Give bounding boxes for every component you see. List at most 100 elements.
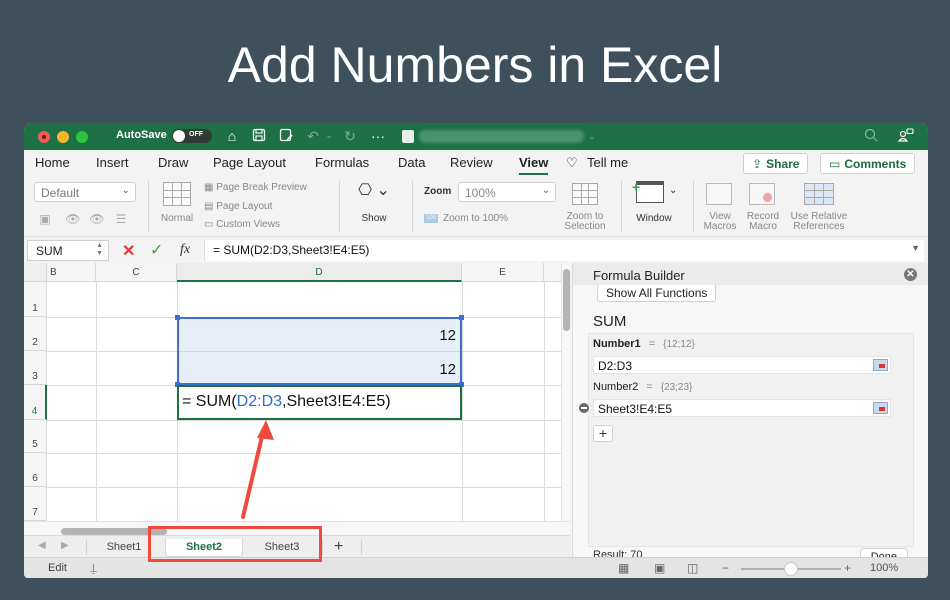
tab-insert[interactable]: Insert [96, 155, 129, 170]
column-header-b[interactable]: B [47, 263, 96, 282]
home-icon[interactable]: ⌂ [224, 128, 240, 144]
number2-input[interactable]: Sheet3!E4:E5 [593, 399, 891, 417]
normal-view-button[interactable]: ▦ [618, 561, 629, 575]
use-relative-references-icon[interactable] [804, 183, 834, 205]
view-macros-button[interactable]: View Macros [700, 212, 740, 232]
confirm-formula-icon[interactable]: ✓ [150, 240, 163, 260]
tab-page-layout[interactable]: Page Layout [213, 155, 286, 170]
row-header-7[interactable]: 7 [24, 487, 47, 521]
select-all-corner[interactable] [24, 263, 47, 282]
record-macro-button[interactable]: Record Macro [742, 212, 784, 232]
more-icon[interactable]: ··· [370, 128, 386, 144]
range-handle[interactable] [175, 315, 180, 320]
window-dropdown-icon[interactable]: ⌄ [669, 186, 677, 196]
tab-view[interactable]: View [519, 155, 549, 175]
done-button[interactable]: Done [859, 548, 908, 557]
redo-icon[interactable]: ↻ [342, 128, 358, 144]
page-break-view-button[interactable]: ◫ [687, 561, 698, 575]
view-options-icon[interactable]: ☰ [112, 212, 130, 228]
vertical-scrollbar[interactable] [561, 263, 570, 521]
next-sheet-arrow-icon[interactable]: ▶ [61, 540, 69, 551]
formula-input[interactable]: = SUM(D2:D3,Sheet3!E4:E5) ▼ [204, 240, 924, 261]
row-header-4[interactable]: 4 [24, 385, 47, 420]
cell-d3[interactable]: 12 [439, 361, 456, 378]
column-header-e[interactable]: E [462, 263, 544, 282]
collaborate-icon[interactable] [897, 128, 914, 144]
row-header-2[interactable]: 2 [24, 317, 47, 351]
normal-view-icon[interactable] [163, 182, 191, 206]
save-as-icon[interactable] [278, 128, 294, 144]
show-all-functions-button[interactable]: Show All Functions [597, 285, 717, 302]
document-menu-chevron-icon[interactable]: ⌄ [584, 128, 600, 144]
add-sheet-button[interactable]: + [334, 538, 343, 556]
worksheet-grid[interactable]: B C D E 1 2 3 4 5 6 7 12 12 = SUM(D2:D3,… [24, 263, 570, 521]
new-window-icon[interactable] [636, 181, 664, 203]
minimize-window-button[interactable] [57, 131, 69, 143]
insert-function-icon[interactable]: fx [180, 242, 190, 258]
keep-view-icon[interactable]: ▣ [36, 212, 54, 228]
zoom-to-100-button[interactable]: 100 Zoom to 100% [424, 214, 544, 224]
previous-sheet-arrow-icon[interactable]: ◀ [38, 540, 46, 551]
page-layout-view-button[interactable]: ▣ [654, 561, 665, 575]
save-icon[interactable] [251, 128, 267, 144]
zoom-slider-knob[interactable] [784, 562, 798, 576]
range-picker-icon[interactable] [873, 359, 888, 371]
autosave-toggle[interactable]: OFF [172, 129, 212, 143]
column-header-d[interactable]: D [177, 263, 462, 282]
custom-views-button[interactable]: ▭ Custom Views [204, 220, 344, 230]
show-icon[interactable]: ⎔ ⌄ [354, 182, 394, 200]
close-icon[interactable]: ✕ [904, 268, 917, 281]
referenced-range-d2-d3[interactable]: 12 12 [175, 315, 464, 387]
zoom-to-selection-button[interactable]: Zoom to Selection [555, 212, 615, 232]
window-label[interactable]: Window [629, 214, 679, 224]
tab-draw[interactable]: Draw [158, 155, 188, 170]
accessibility-icon[interactable]: ⍊ [90, 561, 97, 576]
tab-formulas[interactable]: Formulas [315, 155, 369, 170]
zoom-window-button[interactable] [76, 131, 88, 143]
document-name[interactable] [419, 130, 584, 143]
number1-input[interactable]: D2:D3 [593, 356, 891, 374]
remove-argument-button[interactable] [579, 403, 589, 413]
tab-data[interactable]: Data [398, 155, 425, 170]
formula-prefix: = SUM( [182, 393, 237, 410]
range-picker-icon[interactable] [873, 402, 888, 414]
range-handle[interactable] [459, 315, 464, 320]
exit-view-icon[interactable]: 👁 [64, 212, 82, 228]
use-relative-references-button[interactable]: Use Relative References [786, 212, 852, 232]
tab-home[interactable]: Home [35, 155, 70, 170]
page-break-preview-button[interactable]: ▦ Page Break Preview [204, 183, 344, 193]
view-macros-icon[interactable] [706, 183, 732, 205]
add-argument-button[interactable]: + [593, 425, 613, 442]
name-box[interactable]: SUM ▲ ▼ [27, 240, 109, 261]
comments-button[interactable]: ▭ Comments [820, 153, 916, 174]
cancel-formula-icon[interactable]: ✕ [122, 241, 135, 261]
show-label[interactable]: Show [354, 214, 394, 224]
new-view-icon[interactable]: 👁 [88, 212, 106, 228]
zoom-percent: 100% [870, 562, 899, 574]
row-header-6[interactable]: 6 [24, 453, 47, 487]
record-macro-icon[interactable] [749, 183, 775, 205]
undo-icon[interactable]: ↶ [305, 128, 321, 144]
zoom-select[interactable]: 100% ⌄ [458, 182, 556, 202]
zoom-out-button[interactable]: − [722, 561, 729, 575]
tab-review[interactable]: Review [450, 155, 493, 170]
close-window-button[interactable] [38, 131, 50, 143]
normal-view-label[interactable]: Normal [155, 214, 199, 224]
zoom-in-button[interactable]: + [844, 561, 851, 575]
page-layout-button[interactable]: ▤ Page Layout [204, 202, 344, 212]
share-button[interactable]: ⇪ Share [743, 153, 809, 174]
undo-dropdown-icon[interactable]: ⌄ [321, 128, 337, 144]
cell-d2[interactable]: 12 [439, 327, 456, 344]
cell-d4-editing[interactable]: = SUM(D2:D3,Sheet3!E4:E5) [177, 385, 462, 420]
row-header-1[interactable]: 1 [24, 282, 47, 317]
row-header-3[interactable]: 3 [24, 351, 47, 385]
row-header-5[interactable]: 5 [24, 420, 47, 453]
vertical-scroll-thumb[interactable] [563, 269, 570, 331]
zoom-to-selection-icon[interactable] [572, 183, 598, 205]
tell-me-search[interactable]: Tell me [587, 155, 628, 170]
name-box-stepper-icon[interactable]: ▲ ▼ [96, 242, 103, 258]
sheet-view-select[interactable]: Default ⌄ [34, 182, 136, 202]
column-header-c[interactable]: C [96, 263, 177, 282]
search-icon[interactable] [863, 128, 879, 144]
expand-formula-bar-icon[interactable]: ▼ [911, 243, 920, 253]
